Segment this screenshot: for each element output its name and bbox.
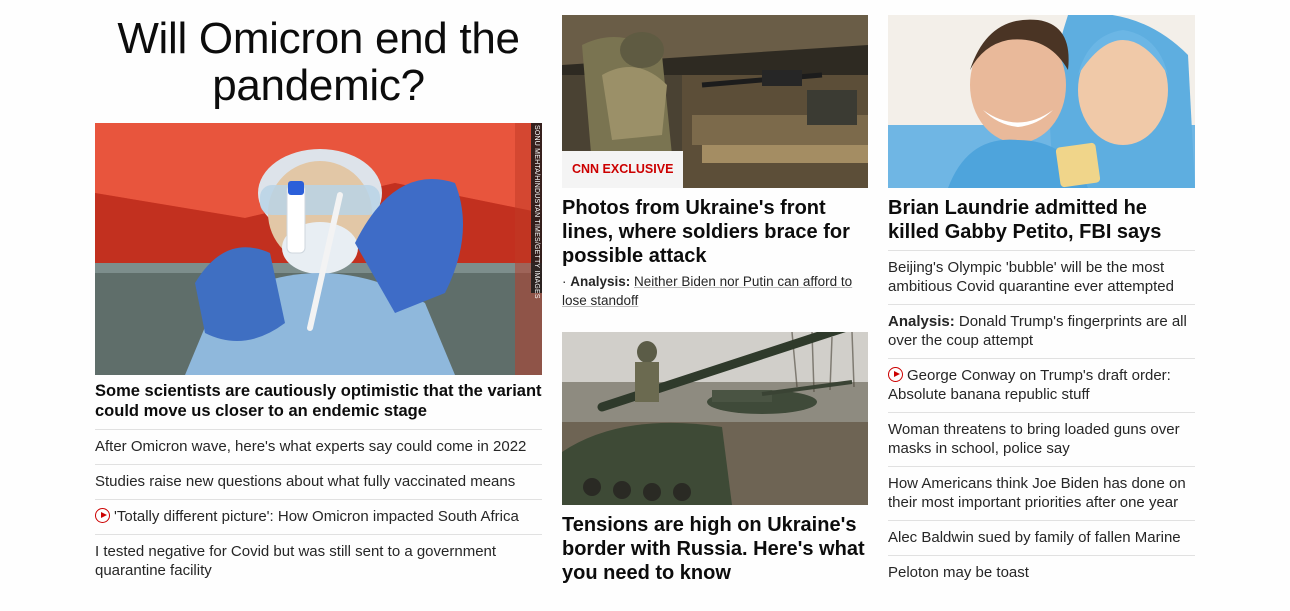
list-item[interactable]: George Conway on Trump's draft order: Ab… <box>888 358 1195 412</box>
ukraine-headline-link[interactable]: Photos from Ukraine's front lines, where… <box>562 196 868 268</box>
section-headline[interactable]: Will Omicron end the pandemic? <box>95 15 542 109</box>
news-headline-list: Beijing's Olympic 'bubble' will be the m… <box>888 250 1195 590</box>
play-icon <box>95 508 110 523</box>
list-item-text[interactable]: 'Totally different picture': How Omicron… <box>114 508 519 525</box>
hero-lead-link[interactable]: Some scientists are cautiously optimisti… <box>95 381 542 421</box>
tensions-headline-link[interactable]: Tensions are high on Ukraine's border wi… <box>562 513 868 585</box>
list-item[interactable]: I tested negative for Covid but was stil… <box>95 534 542 588</box>
analysis-label: Analysis: <box>888 313 955 330</box>
list-item-text[interactable]: I tested negative for Covid but was stil… <box>95 543 496 579</box>
list-item-text[interactable]: Studies raise new questions about what f… <box>95 473 515 490</box>
list-item[interactable]: Studies raise new questions about what f… <box>95 464 542 499</box>
list-item-text[interactable]: George Conway on Trump's draft order: Ab… <box>888 367 1171 403</box>
analysis-label: Analysis: <box>570 274 631 289</box>
ukraine-tank-image[interactable] <box>562 332 868 505</box>
list-item[interactable]: 'Totally different picture': How Omicron… <box>95 499 542 534</box>
omicron-column: Will Omicron end the pandemic? SONU MEHT… <box>95 0 542 579</box>
list-item-text[interactable]: Alec Baldwin sued by family of fallen Ma… <box>888 529 1181 546</box>
bullet: · <box>562 274 571 289</box>
list-item[interactable]: Beijing's Olympic 'bubble' will be the m… <box>888 250 1195 304</box>
list-item-text[interactable]: Beijing's Olympic 'bubble' will be the m… <box>888 259 1174 295</box>
covid-test-photo <box>95 123 542 375</box>
couple-photo <box>888 15 1195 188</box>
list-item-text[interactable]: After Omicron wave, here's what experts … <box>95 438 526 455</box>
omicron-headline-list: After Omicron wave, here's what experts … <box>95 429 542 588</box>
list-item[interactable]: Woman threatens to bring loaded guns ove… <box>888 412 1195 466</box>
laundrie-petito-image[interactable] <box>888 15 1195 188</box>
laundrie-headline-link[interactable]: Brian Laundrie admitted he killed Gabby … <box>888 196 1195 244</box>
list-item[interactable]: Alec Baldwin sued by family of fallen Ma… <box>888 520 1195 555</box>
list-item[interactable]: How Americans think Joe Biden has done o… <box>888 466 1195 520</box>
exclusive-badge: CNN EXCLUSIVE <box>562 151 684 188</box>
list-item-text[interactable]: How Americans think Joe Biden has done o… <box>888 475 1186 511</box>
list-item[interactable]: After Omicron wave, here's what experts … <box>95 429 542 464</box>
hero-image-covid-test[interactable]: SONU MEHTA/HINDUSTAN TIMES/GETTY IMAGES <box>95 123 542 375</box>
list-item-text[interactable]: Woman threatens to bring loaded guns ove… <box>888 421 1180 457</box>
list-item-text[interactable]: Peloton may be toast <box>888 564 1029 581</box>
image-credit: SONU MEHTA/HINDUSTAN TIMES/GETTY IMAGES <box>533 125 540 299</box>
play-icon <box>888 367 903 382</box>
tank-photo <box>562 332 868 505</box>
list-item[interactable]: Peloton may be toast <box>888 555 1195 590</box>
ukraine-front-lines-image[interactable]: CNN EXCLUSIVE <box>562 15 868 188</box>
list-item[interactable]: Analysis: Donald Trump's fingerprints ar… <box>888 304 1195 358</box>
analysis-link[interactable]: · Analysis: Neither Biden nor Putin can … <box>562 272 868 310</box>
